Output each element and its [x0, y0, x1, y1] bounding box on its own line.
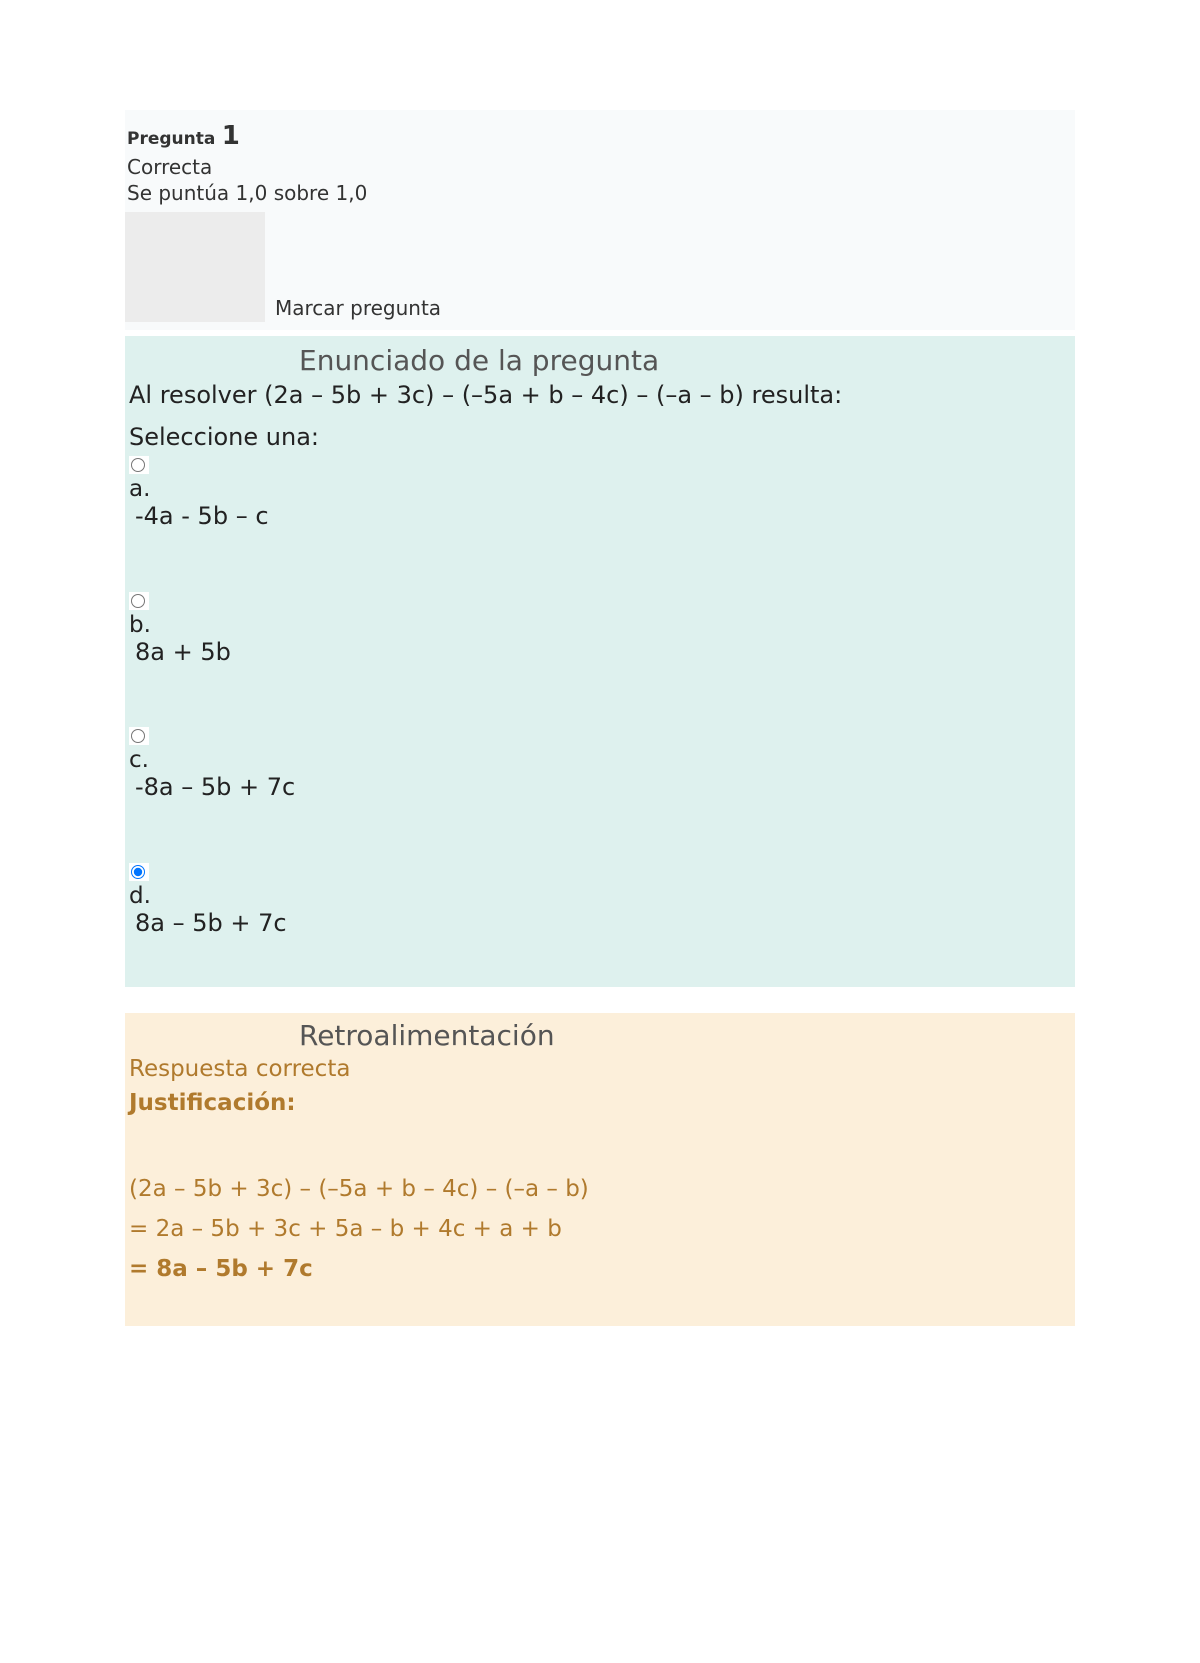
page: Pregunta 1 Correcta Se puntúa 1,0 sobre … — [0, 110, 1200, 1663]
option-b: b. 8a + 5b — [129, 590, 1071, 666]
feedback-line-1: (2a – 5b + 3c) – (–5a + b – 4c) – (–a – … — [129, 1176, 1071, 1202]
question-number-line: Pregunta 1 — [125, 120, 1075, 154]
option-a: a. -4a - 5b – c — [129, 455, 1071, 531]
question-score: Se puntúa 1,0 sobre 1,0 — [125, 180, 1075, 206]
option-d-radio-wrap[interactable] — [129, 863, 149, 881]
feedback-block: Retroalimentación Respuesta correcta Jus… — [125, 1013, 1075, 1326]
option-d: d. 8a – 5b + 7c — [129, 861, 1071, 937]
question-status: Correcta — [125, 154, 1075, 180]
flag-question-link[interactable]: Marcar pregunta — [125, 296, 1075, 320]
option-d-letter: d. — [129, 883, 1071, 909]
feedback-line-3: = 8a – 5b + 7c — [129, 1256, 1071, 1282]
feedback-justification-label: Justificación: — [129, 1090, 1071, 1116]
question-label: Pregunta — [127, 129, 215, 149]
select-one-label: Seleccione una: — [129, 423, 1071, 451]
option-b-radio[interactable] — [131, 594, 145, 608]
question-heading: Enunciado de la pregunta — [129, 344, 1071, 377]
question-info-block: Pregunta 1 Correcta Se puntúa 1,0 sobre … — [125, 110, 1075, 330]
option-b-text: 8a + 5b — [129, 638, 1071, 666]
option-c-radio[interactable] — [131, 729, 145, 743]
option-a-radio-wrap[interactable] — [129, 456, 149, 474]
question-block: Enunciado de la pregunta Al resolver (2a… — [125, 336, 1075, 987]
option-b-letter: b. — [129, 612, 1071, 638]
feedback-line-2: = 2a – 5b + 3c + 5a – b + 4c + a + b — [129, 1216, 1071, 1242]
option-a-text: -4a - 5b – c — [129, 502, 1071, 530]
feedback-heading: Retroalimentación — [129, 1019, 1071, 1052]
option-d-radio[interactable] — [131, 865, 145, 879]
option-a-radio[interactable] — [131, 458, 145, 472]
option-c-radio-wrap[interactable] — [129, 727, 149, 745]
question-number: 1 — [222, 121, 240, 151]
option-c: c. -8a – 5b + 7c — [129, 726, 1071, 802]
option-a-letter: a. — [129, 476, 1071, 502]
flag-question-text: Marcar pregunta — [275, 296, 441, 320]
option-b-radio-wrap[interactable] — [129, 592, 149, 610]
option-d-text: 8a – 5b + 7c — [129, 909, 1071, 937]
feedback-correct: Respuesta correcta — [129, 1056, 1071, 1082]
question-stem: Al resolver (2a – 5b + 3c) – (–5a + b – … — [129, 381, 1071, 409]
option-c-letter: c. — [129, 747, 1071, 773]
option-c-text: -8a – 5b + 7c — [129, 773, 1071, 801]
